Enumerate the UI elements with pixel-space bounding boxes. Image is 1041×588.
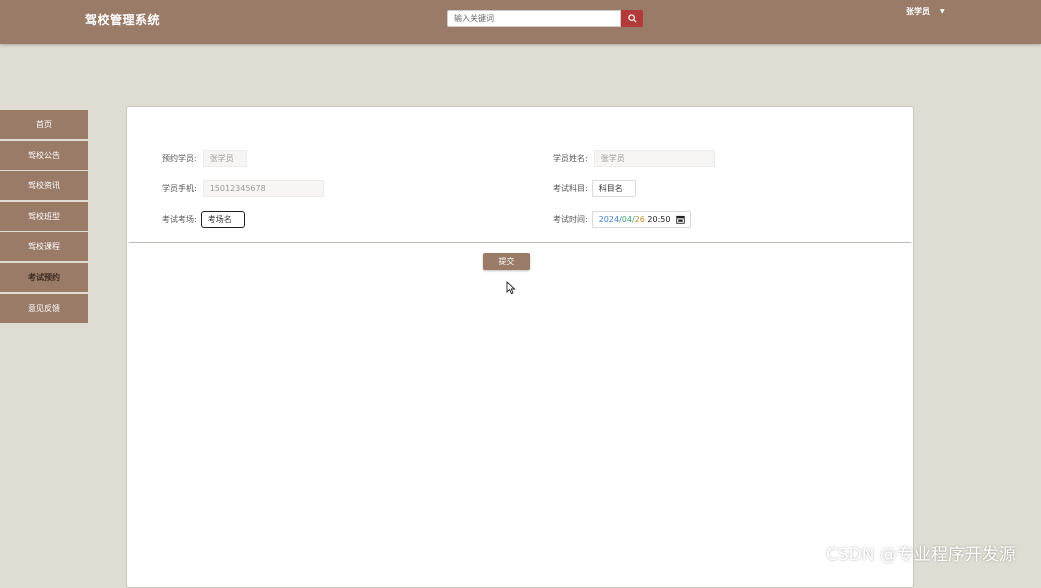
student-name-input: 张学员 bbox=[593, 150, 715, 167]
exam-subject-field: 考试科目: 科目名 bbox=[553, 180, 636, 197]
chevron-down-icon: ▼ bbox=[940, 8, 945, 15]
sidebar: 首页 驾校公告 驾校资讯 驾校班型 驾校课程 考试预约 意见反馈 bbox=[0, 110, 88, 324]
mouse-cursor-icon bbox=[506, 281, 516, 295]
sidebar-item-feedback[interactable]: 意见反馈 bbox=[0, 293, 88, 323]
student-name-label: 学员姓名: bbox=[553, 154, 588, 163]
watermark-text: CSDN @专业程序开发源 bbox=[826, 545, 1016, 565]
app-title: 驾校管理系统 bbox=[85, 13, 161, 27]
reserved-student-label: 预约学员: bbox=[162, 154, 197, 163]
sidebar-item-news[interactable]: 驾校资讯 bbox=[0, 171, 88, 201]
student-phone-input: 15012345678 bbox=[202, 180, 324, 197]
user-name: 张学员 bbox=[906, 7, 930, 16]
sidebar-item-class-types[interactable]: 驾校班型 bbox=[0, 201, 88, 231]
sidebar-item-courses[interactable]: 驾校课程 bbox=[0, 232, 88, 262]
student-phone-label: 学员手机: bbox=[162, 184, 197, 193]
exam-venue-label: 考试考场: bbox=[162, 215, 197, 224]
exam-venue-input[interactable]: 考场名 bbox=[200, 211, 245, 228]
exam-subject-label: 考试科目: bbox=[553, 184, 588, 193]
search-bar bbox=[447, 10, 643, 27]
exam-time-input[interactable]: 2024/04/26 20:50 bbox=[591, 211, 691, 228]
exam-time-month: 04 bbox=[621, 215, 632, 224]
top-navbar: 驾校管理系统 张学员 ▼ bbox=[0, 0, 1041, 44]
exam-time-field: 考试时间: 2024/04/26 20:50 bbox=[553, 211, 691, 228]
submit-button[interactable]: 提交 bbox=[483, 253, 530, 270]
exam-time-day: 26 bbox=[634, 215, 645, 224]
student-phone-field: 学员手机: 15012345678 bbox=[162, 180, 324, 197]
exam-subject-input[interactable]: 科目名 bbox=[591, 180, 636, 197]
reserved-student-field: 预约学员: 张学员 bbox=[162, 150, 247, 167]
student-name-field: 学员姓名: 张学员 bbox=[553, 150, 715, 167]
form-divider bbox=[129, 242, 911, 243]
sidebar-item-home[interactable]: 首页 bbox=[0, 110, 88, 139]
exam-booking-form: 预约学员: 张学员 学员手机: 15012345678 考试考场: 考场名 学员… bbox=[126, 106, 914, 588]
search-input[interactable] bbox=[447, 10, 621, 27]
sidebar-item-announcements[interactable]: 驾校公告 bbox=[0, 140, 88, 170]
search-button[interactable] bbox=[621, 10, 643, 27]
sidebar-item-exam-booking[interactable]: 考试预约 bbox=[0, 262, 88, 292]
reserved-student-input: 张学员 bbox=[202, 150, 247, 167]
exam-time-clock: 20:50 bbox=[647, 215, 671, 224]
calendar-icon[interactable] bbox=[676, 215, 686, 224]
exam-venue-field: 考试考场: 考场名 bbox=[162, 211, 245, 228]
user-menu[interactable]: 张学员 ▼ bbox=[906, 6, 945, 17]
exam-time-label: 考试时间: bbox=[553, 215, 588, 224]
search-icon bbox=[627, 14, 637, 23]
exam-time-year: 2024 bbox=[598, 215, 620, 224]
